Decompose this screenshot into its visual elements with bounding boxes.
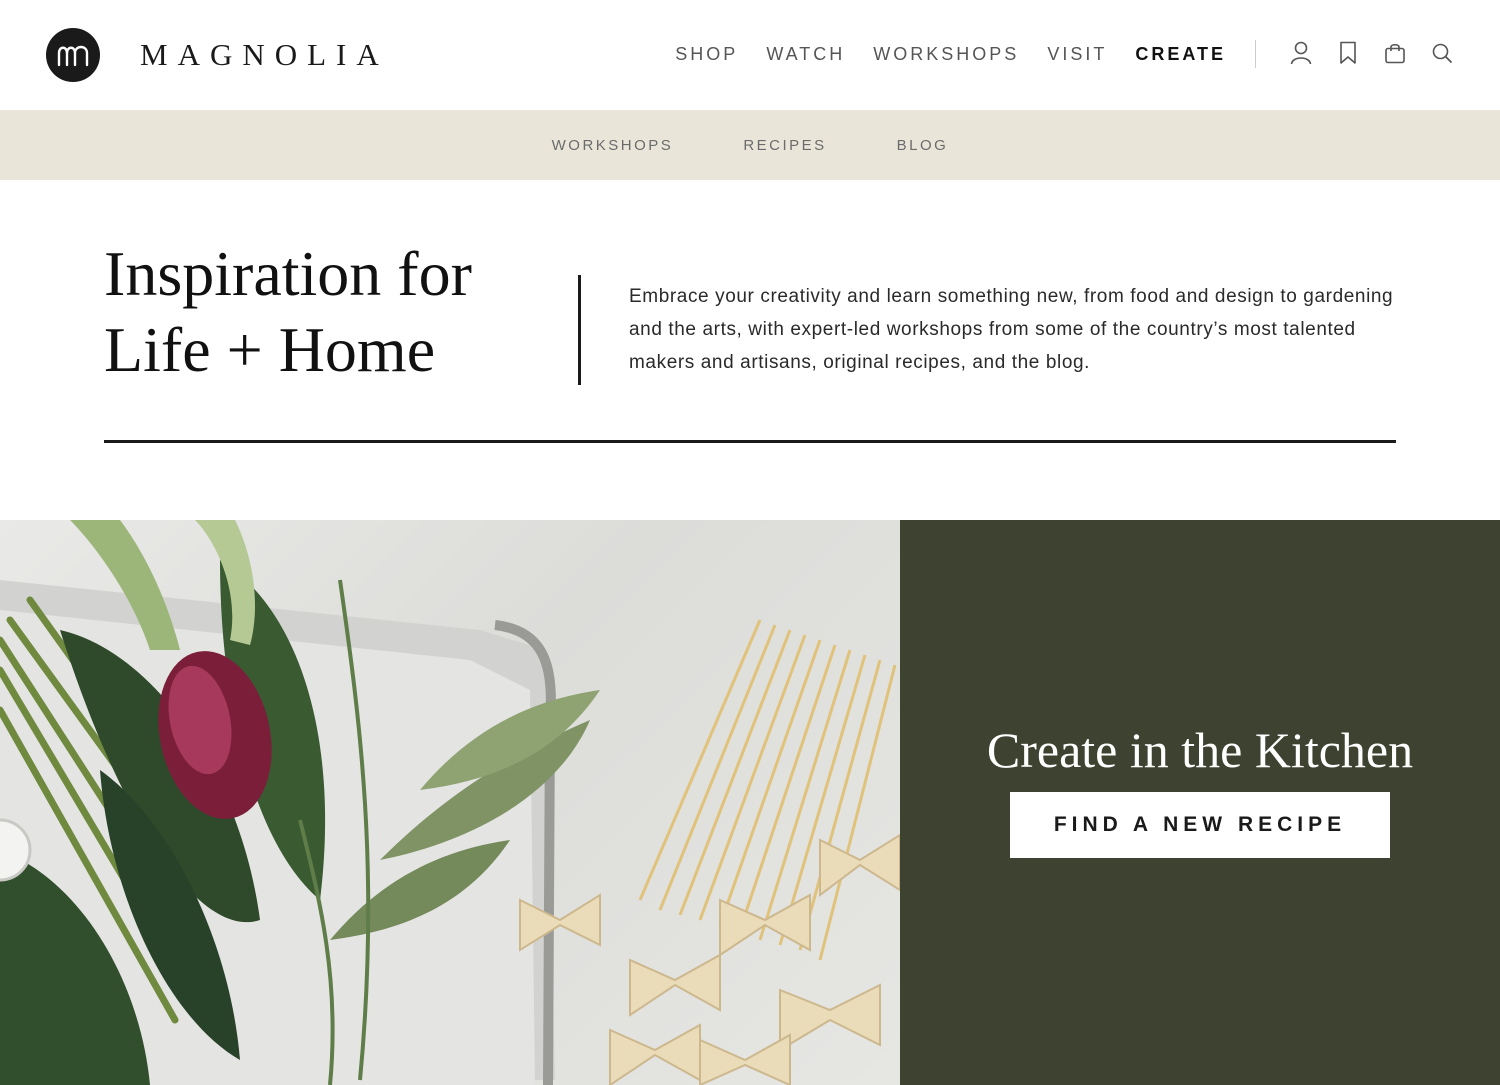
sub-nav: WORKSHOPS RECIPES BLOG: [0, 110, 1500, 180]
page-title-line-2: Life + Home: [104, 314, 436, 385]
bag-icon[interactable]: [1382, 40, 1408, 66]
subnav-blog[interactable]: BLOG: [897, 137, 949, 154]
page-title-line-1: Inspiration for: [104, 238, 472, 309]
feature-title: Create in the Kitchen: [0, 718, 1500, 782]
nav-shop[interactable]: SHOP: [675, 44, 738, 65]
nav-divider: [1255, 40, 1256, 68]
brand-wordmark[interactable]: MAGNOLIA: [140, 36, 389, 74]
intro-description: Embrace your creativity and learn someth…: [629, 286, 1394, 373]
main-nav: SHOP WATCH WORKSHOPS VISIT CREATE: [675, 40, 1226, 68]
bookmark-icon[interactable]: [1335, 40, 1361, 66]
site-header: MAGNOLIA SHOP WATCH WORKSHOPS VISIT CREA…: [0, 0, 1500, 110]
magnolia-logo-icon[interactable]: [46, 28, 100, 82]
account-icon[interactable]: [1288, 40, 1314, 66]
search-icon[interactable]: [1429, 40, 1455, 66]
nav-watch[interactable]: WATCH: [766, 44, 845, 65]
intro-divider: [578, 275, 581, 385]
subnav-recipes[interactable]: RECIPES: [743, 137, 826, 154]
feature-title-text: Create in the Kitchen: [986, 722, 1414, 778]
find-recipe-button[interactable]: FIND A NEW RECIPE: [1010, 792, 1390, 858]
nav-visit[interactable]: VISIT: [1047, 44, 1107, 65]
subnav-workshops[interactable]: WORKSHOPS: [552, 137, 674, 154]
page-title: Inspiration for Life + Home: [104, 236, 564, 388]
kitchen-photo: [0, 520, 900, 1085]
section-rule: [104, 440, 1396, 443]
nav-create[interactable]: CREATE: [1135, 44, 1226, 65]
nav-workshops[interactable]: WORKSHOPS: [873, 44, 1019, 65]
